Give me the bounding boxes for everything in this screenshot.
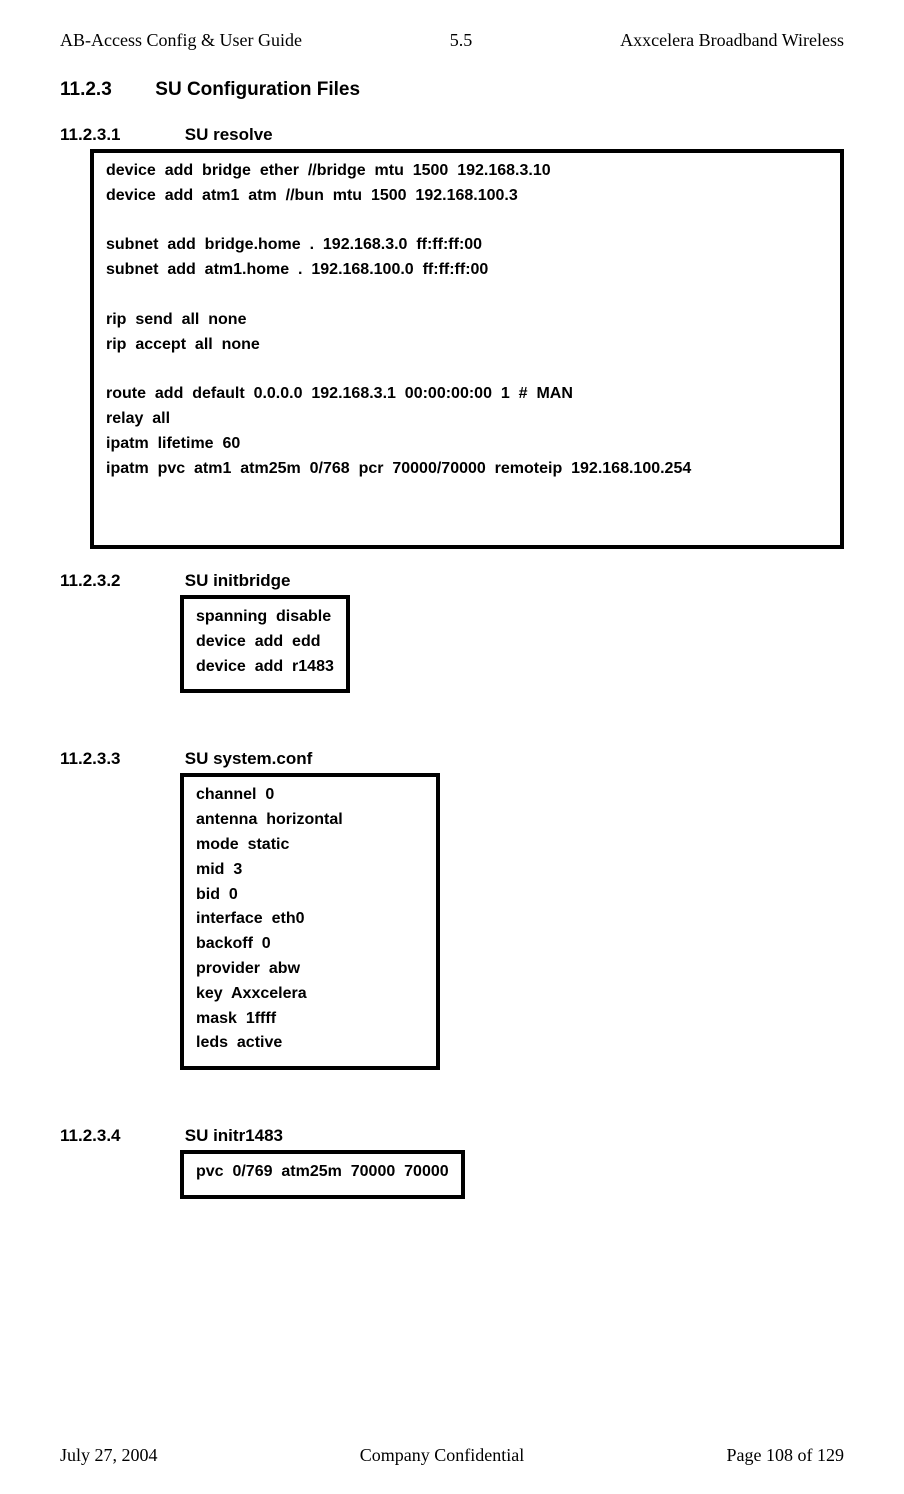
heading-number: 11.2.3.3 (60, 749, 180, 769)
heading-number: 11.2.3.2 (60, 571, 180, 591)
footer-right: Page 108 of 129 (727, 1445, 844, 1466)
code-su-system-conf: channel 0 antenna horizontal mode static… (180, 773, 440, 1070)
code-su-initbridge: spanning disable device add edd device a… (180, 595, 350, 693)
page-header: AB-Access Config & User Guide 5.5 Axxcel… (60, 30, 844, 51)
heading-su-initr1483: 11.2.3.4 SU initr1483 (60, 1126, 844, 1146)
heading-11-2-3: 11.2.3 SU Configuration Files (60, 79, 844, 101)
footer-center: Company Confidential (360, 1445, 524, 1466)
footer-left: July 27, 2004 (60, 1445, 158, 1466)
page-footer: July 27, 2004 Company Confidential Page … (60, 1445, 844, 1466)
heading-number: 11.2.3.4 (60, 1126, 180, 1146)
heading-number: 11.2.3.1 (60, 125, 180, 145)
header-right: Axxcelera Broadband Wireless (620, 30, 844, 51)
code-su-resolve: device add bridge ether //bridge mtu 150… (90, 149, 844, 549)
heading-su-system-conf: 11.2.3.3 SU system.conf (60, 749, 844, 769)
header-center: 5.5 (450, 30, 473, 51)
heading-title: SU initr1483 (185, 1126, 283, 1145)
heading-title: SU Configuration Files (155, 79, 360, 100)
heading-su-resolve: 11.2.3.1 SU resolve (60, 125, 844, 145)
heading-title: SU initbridge (185, 571, 291, 590)
heading-title: SU system.conf (185, 749, 313, 768)
heading-su-initbridge: 11.2.3.2 SU initbridge (60, 571, 844, 591)
header-left: AB-Access Config & User Guide (60, 30, 302, 51)
heading-number: 11.2.3 (60, 79, 150, 101)
heading-title: SU resolve (185, 125, 273, 144)
code-su-initr1483: pvc 0/769 atm25m 70000 70000 (180, 1150, 465, 1199)
